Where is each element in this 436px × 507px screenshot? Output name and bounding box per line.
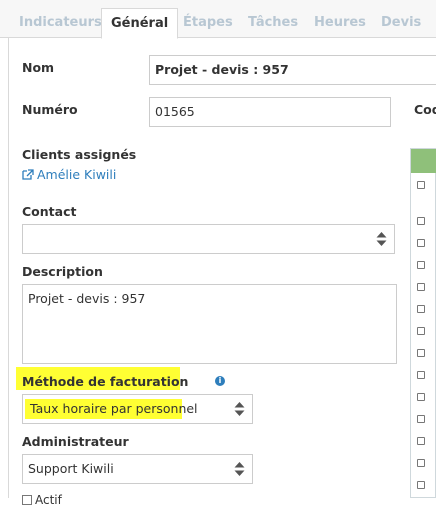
admin-select[interactable]: Support Kiwili <box>22 454 253 484</box>
sort-arrows-icon <box>234 402 245 416</box>
tab-bar: Indicateurs Général Étapes Tâches Heures… <box>0 0 436 39</box>
nom-input[interactable]: Projet - devis : 957 <box>149 55 436 85</box>
row-checkbox[interactable] <box>417 327 425 335</box>
actif-label: Actif <box>35 493 62 507</box>
admin-label: Administrateur <box>22 434 129 449</box>
row-checkbox[interactable] <box>417 459 425 467</box>
row-checkbox[interactable] <box>417 283 425 291</box>
row-checkbox[interactable] <box>417 349 425 357</box>
client-link-text: Amélie Kiwili <box>37 167 117 182</box>
tab-taches[interactable]: Tâches <box>248 0 298 38</box>
description-textarea[interactable]: Projet - devis : 957 <box>22 284 397 364</box>
side-table-panel <box>410 148 436 498</box>
billing-select[interactable]: Taux horaire par personnel <box>22 394 253 424</box>
external-link-icon <box>22 169 34 180</box>
row-checkbox[interactable] <box>417 481 425 489</box>
client-link[interactable]: Amélie Kiwili <box>22 167 116 182</box>
row-checkbox[interactable] <box>417 305 425 313</box>
code-label: Cod <box>414 102 436 117</box>
description-label: Description <box>22 264 103 279</box>
billing-select-value: Taux horaire par personnel <box>30 401 198 416</box>
tab-heures[interactable]: Heures <box>314 0 366 38</box>
tab-general[interactable]: Général <box>101 8 179 39</box>
tab-etapes[interactable]: Étapes <box>183 0 233 38</box>
general-form: Nom Projet - devis : 957 Numéro 01565 Co… <box>8 38 436 507</box>
row-checkbox[interactable] <box>417 261 425 269</box>
row-checkbox[interactable] <box>417 415 425 423</box>
tab-indicateurs[interactable]: Indicateurs <box>19 0 102 38</box>
actif-checkbox[interactable] <box>22 495 32 505</box>
row-checkbox[interactable] <box>417 371 425 379</box>
info-icon[interactable]: i <box>215 376 225 386</box>
row-checkbox[interactable] <box>417 217 425 225</box>
billing-label: Méthode de facturation <box>22 374 189 389</box>
row-checkbox[interactable] <box>417 393 425 401</box>
side-table-header <box>411 149 436 173</box>
tab-devis[interactable]: Devis <box>381 0 421 38</box>
row-checkbox[interactable] <box>417 181 425 189</box>
actif-row[interactable]: Actif <box>22 493 62 507</box>
clients-label: Clients assignés <box>22 147 137 162</box>
numero-label: Numéro <box>22 102 78 117</box>
nom-label: Nom <box>22 60 55 75</box>
numero-input[interactable]: 01565 <box>149 97 391 127</box>
admin-select-value: Support Kiwili <box>28 461 114 476</box>
row-checkbox[interactable] <box>417 437 425 445</box>
sort-arrows-icon <box>376 232 387 246</box>
contact-select[interactable] <box>22 224 395 254</box>
contact-label: Contact <box>22 204 77 219</box>
row-checkbox[interactable] <box>417 239 425 247</box>
sort-arrows-icon <box>234 462 245 476</box>
